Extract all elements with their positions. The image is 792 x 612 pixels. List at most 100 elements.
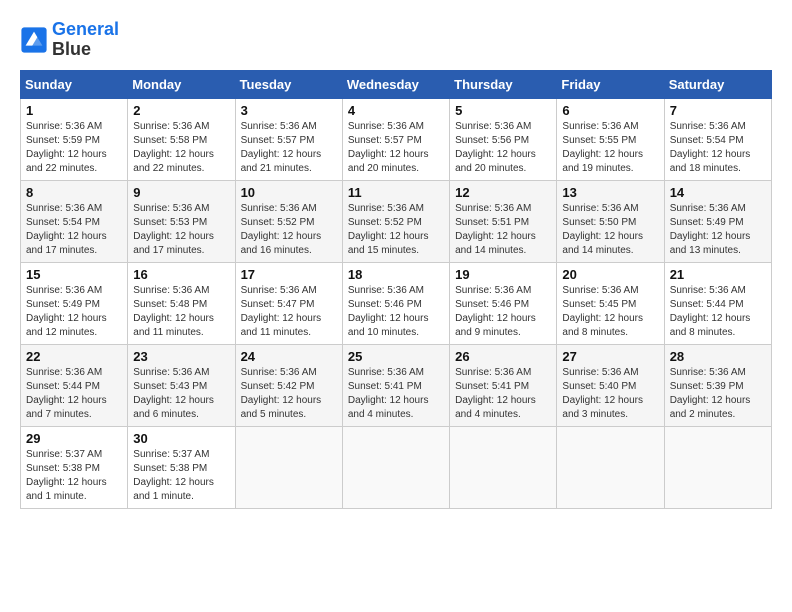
day-info: Sunrise: 5:36 AM Sunset: 5:49 PM Dayligh… (670, 202, 766, 258)
day-info: Sunrise: 5:36 AM Sunset: 5:46 PM Dayligh… (348, 284, 444, 340)
calendar-cell: 13 Sunrise: 5:36 AM Sunset: 5:50 PM Dayl… (557, 180, 664, 262)
calendar-week-1: 1 Sunrise: 5:36 AM Sunset: 5:59 PM Dayli… (21, 98, 772, 180)
weekday-header-saturday: Saturday (664, 70, 771, 98)
day-number: 4 (348, 103, 444, 118)
day-info: Sunrise: 5:36 AM Sunset: 5:43 PM Dayligh… (133, 366, 229, 422)
day-number: 29 (26, 431, 122, 446)
calendar-cell: 18 Sunrise: 5:36 AM Sunset: 5:46 PM Dayl… (342, 262, 449, 344)
day-info: Sunrise: 5:36 AM Sunset: 5:53 PM Dayligh… (133, 202, 229, 258)
calendar-week-2: 8 Sunrise: 5:36 AM Sunset: 5:54 PM Dayli… (21, 180, 772, 262)
day-number: 11 (348, 185, 444, 200)
day-info: Sunrise: 5:36 AM Sunset: 5:57 PM Dayligh… (241, 120, 337, 176)
calendar-cell: 9 Sunrise: 5:36 AM Sunset: 5:53 PM Dayli… (128, 180, 235, 262)
logo-icon (20, 26, 48, 54)
calendar-cell: 11 Sunrise: 5:36 AM Sunset: 5:52 PM Dayl… (342, 180, 449, 262)
day-info: Sunrise: 5:36 AM Sunset: 5:44 PM Dayligh… (670, 284, 766, 340)
day-number: 22 (26, 349, 122, 364)
day-info: Sunrise: 5:36 AM Sunset: 5:42 PM Dayligh… (241, 366, 337, 422)
weekday-header-wednesday: Wednesday (342, 70, 449, 98)
day-info: Sunrise: 5:36 AM Sunset: 5:39 PM Dayligh… (670, 366, 766, 422)
day-number: 2 (133, 103, 229, 118)
calendar-cell: 15 Sunrise: 5:36 AM Sunset: 5:49 PM Dayl… (21, 262, 128, 344)
day-number: 18 (348, 267, 444, 282)
day-info: Sunrise: 5:37 AM Sunset: 5:38 PM Dayligh… (26, 448, 122, 504)
calendar-cell: 25 Sunrise: 5:36 AM Sunset: 5:41 PM Dayl… (342, 344, 449, 426)
day-info: Sunrise: 5:36 AM Sunset: 5:56 PM Dayligh… (455, 120, 551, 176)
calendar-week-4: 22 Sunrise: 5:36 AM Sunset: 5:44 PM Dayl… (21, 344, 772, 426)
day-number: 10 (241, 185, 337, 200)
calendar-cell: 14 Sunrise: 5:36 AM Sunset: 5:49 PM Dayl… (664, 180, 771, 262)
calendar-cell: 4 Sunrise: 5:36 AM Sunset: 5:57 PM Dayli… (342, 98, 449, 180)
calendar-cell: 21 Sunrise: 5:36 AM Sunset: 5:44 PM Dayl… (664, 262, 771, 344)
calendar-cell (342, 426, 449, 508)
day-info: Sunrise: 5:36 AM Sunset: 5:51 PM Dayligh… (455, 202, 551, 258)
day-number: 15 (26, 267, 122, 282)
calendar-cell: 10 Sunrise: 5:36 AM Sunset: 5:52 PM Dayl… (235, 180, 342, 262)
day-number: 25 (348, 349, 444, 364)
day-info: Sunrise: 5:36 AM Sunset: 5:47 PM Dayligh… (241, 284, 337, 340)
day-number: 5 (455, 103, 551, 118)
calendar-cell: 20 Sunrise: 5:36 AM Sunset: 5:45 PM Dayl… (557, 262, 664, 344)
calendar-cell: 5 Sunrise: 5:36 AM Sunset: 5:56 PM Dayli… (450, 98, 557, 180)
weekday-header-thursday: Thursday (450, 70, 557, 98)
calendar-cell: 26 Sunrise: 5:36 AM Sunset: 5:41 PM Dayl… (450, 344, 557, 426)
day-number: 9 (133, 185, 229, 200)
day-info: Sunrise: 5:36 AM Sunset: 5:46 PM Dayligh… (455, 284, 551, 340)
day-number: 26 (455, 349, 551, 364)
calendar-cell (450, 426, 557, 508)
calendar-week-3: 15 Sunrise: 5:36 AM Sunset: 5:49 PM Dayl… (21, 262, 772, 344)
day-number: 24 (241, 349, 337, 364)
day-number: 1 (26, 103, 122, 118)
calendar-cell: 24 Sunrise: 5:36 AM Sunset: 5:42 PM Dayl… (235, 344, 342, 426)
day-number: 16 (133, 267, 229, 282)
day-number: 12 (455, 185, 551, 200)
day-number: 21 (670, 267, 766, 282)
logo-text: General Blue (52, 20, 119, 60)
calendar-cell: 22 Sunrise: 5:36 AM Sunset: 5:44 PM Dayl… (21, 344, 128, 426)
day-info: Sunrise: 5:36 AM Sunset: 5:49 PM Dayligh… (26, 284, 122, 340)
logo: General Blue (20, 20, 119, 60)
day-info: Sunrise: 5:36 AM Sunset: 5:50 PM Dayligh… (562, 202, 658, 258)
day-number: 6 (562, 103, 658, 118)
day-info: Sunrise: 5:37 AM Sunset: 5:38 PM Dayligh… (133, 448, 229, 504)
day-number: 23 (133, 349, 229, 364)
calendar-cell: 6 Sunrise: 5:36 AM Sunset: 5:55 PM Dayli… (557, 98, 664, 180)
day-info: Sunrise: 5:36 AM Sunset: 5:41 PM Dayligh… (455, 366, 551, 422)
weekday-header-row: SundayMondayTuesdayWednesdayThursdayFrid… (21, 70, 772, 98)
calendar-cell: 8 Sunrise: 5:36 AM Sunset: 5:54 PM Dayli… (21, 180, 128, 262)
calendar-cell (235, 426, 342, 508)
calendar-cell: 29 Sunrise: 5:37 AM Sunset: 5:38 PM Dayl… (21, 426, 128, 508)
calendar-cell: 12 Sunrise: 5:36 AM Sunset: 5:51 PM Dayl… (450, 180, 557, 262)
calendar-body: 1 Sunrise: 5:36 AM Sunset: 5:59 PM Dayli… (21, 98, 772, 508)
calendar-cell: 30 Sunrise: 5:37 AM Sunset: 5:38 PM Dayl… (128, 426, 235, 508)
day-info: Sunrise: 5:36 AM Sunset: 5:52 PM Dayligh… (241, 202, 337, 258)
day-info: Sunrise: 5:36 AM Sunset: 5:54 PM Dayligh… (26, 202, 122, 258)
weekday-header-monday: Monday (128, 70, 235, 98)
calendar-cell: 27 Sunrise: 5:36 AM Sunset: 5:40 PM Dayl… (557, 344, 664, 426)
day-number: 8 (26, 185, 122, 200)
calendar-cell: 19 Sunrise: 5:36 AM Sunset: 5:46 PM Dayl… (450, 262, 557, 344)
calendar-cell: 16 Sunrise: 5:36 AM Sunset: 5:48 PM Dayl… (128, 262, 235, 344)
calendar-week-5: 29 Sunrise: 5:37 AM Sunset: 5:38 PM Dayl… (21, 426, 772, 508)
day-number: 28 (670, 349, 766, 364)
day-info: Sunrise: 5:36 AM Sunset: 5:45 PM Dayligh… (562, 284, 658, 340)
day-number: 27 (562, 349, 658, 364)
day-number: 14 (670, 185, 766, 200)
day-info: Sunrise: 5:36 AM Sunset: 5:59 PM Dayligh… (26, 120, 122, 176)
day-number: 20 (562, 267, 658, 282)
day-info: Sunrise: 5:36 AM Sunset: 5:57 PM Dayligh… (348, 120, 444, 176)
calendar-cell: 23 Sunrise: 5:36 AM Sunset: 5:43 PM Dayl… (128, 344, 235, 426)
calendar-cell: 3 Sunrise: 5:36 AM Sunset: 5:57 PM Dayli… (235, 98, 342, 180)
day-info: Sunrise: 5:36 AM Sunset: 5:40 PM Dayligh… (562, 366, 658, 422)
day-info: Sunrise: 5:36 AM Sunset: 5:48 PM Dayligh… (133, 284, 229, 340)
day-number: 7 (670, 103, 766, 118)
calendar-cell: 17 Sunrise: 5:36 AM Sunset: 5:47 PM Dayl… (235, 262, 342, 344)
day-info: Sunrise: 5:36 AM Sunset: 5:54 PM Dayligh… (670, 120, 766, 176)
day-info: Sunrise: 5:36 AM Sunset: 5:52 PM Dayligh… (348, 202, 444, 258)
calendar-table: SundayMondayTuesdayWednesdayThursdayFrid… (20, 70, 772, 509)
day-number: 3 (241, 103, 337, 118)
day-number: 19 (455, 267, 551, 282)
page-header: General Blue (20, 20, 772, 60)
day-info: Sunrise: 5:36 AM Sunset: 5:44 PM Dayligh… (26, 366, 122, 422)
weekday-header-sunday: Sunday (21, 70, 128, 98)
